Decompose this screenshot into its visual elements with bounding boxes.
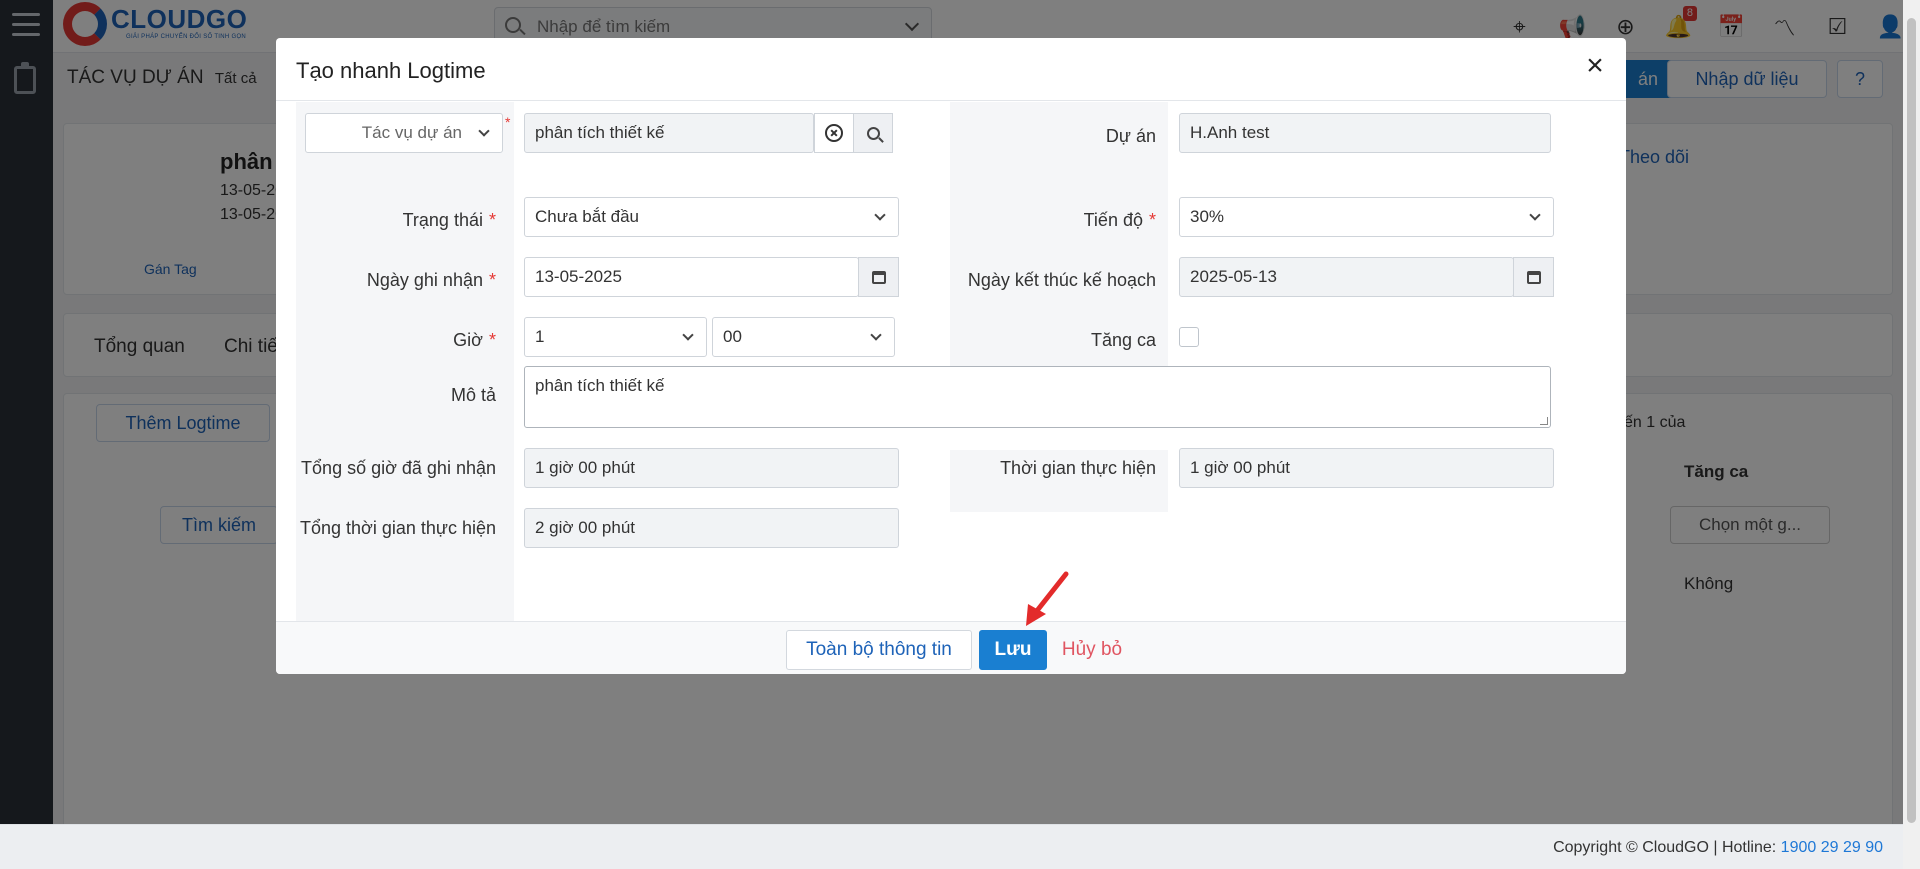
exec-time-field: 1 giờ 00 phút	[1179, 448, 1554, 488]
calendar-icon	[1526, 270, 1541, 284]
annotation-arrow-icon	[1026, 571, 1069, 626]
task-type-select[interactable]: Tác vụ dự án	[305, 113, 503, 153]
total-exec-field: 2 giờ 00 phút	[524, 508, 899, 548]
calendar-button[interactable]	[1513, 257, 1554, 297]
progress-label: Tiến độ *	[1083, 210, 1156, 230]
hour-select[interactable]: 1	[524, 317, 707, 357]
hotline-number[interactable]: 1900 29 29 90	[1781, 839, 1883, 856]
dialog-title: Tạo nhanh Logtime	[296, 58, 486, 83]
chevron-down-icon	[870, 329, 882, 341]
calendar-icon	[871, 270, 886, 284]
overtime-label: Tăng ca	[1090, 330, 1156, 350]
status-label: Trạng thái *	[402, 210, 496, 230]
search-button[interactable]	[853, 113, 893, 153]
copyright-text: Copyright © CloudGO	[1553, 839, 1709, 856]
hour-label: Giờ *	[453, 330, 496, 350]
label-column	[296, 102, 514, 621]
hotline-label: Hotline:	[1721, 839, 1777, 856]
total-recorded-field: 1 giờ 00 phút	[524, 448, 899, 488]
dialog-footer: Toàn bộ thông tin Lưu Hủy bỏ	[276, 621, 1626, 674]
exec-time-label: Thời gian thực hiện	[1000, 458, 1156, 478]
cancel-button[interactable]: Hủy bỏ	[1057, 630, 1127, 670]
task-search-input[interactable]: phân tích thiết kế	[524, 113, 814, 153]
project-field: H.Anh test	[1179, 113, 1551, 153]
resize-handle	[1540, 417, 1548, 425]
close-icon[interactable]: ×	[1580, 51, 1610, 82]
progress-select[interactable]: 30%	[1179, 197, 1554, 237]
chevron-down-icon	[874, 209, 886, 221]
quick-logtime-dialog: Tạo nhanh Logtime × Tác vụ dự án * phân …	[276, 38, 1626, 674]
chevron-down-icon	[478, 125, 490, 137]
project-label: Dự án	[1105, 126, 1156, 146]
dialog-body: Tác vụ dự án * phân tích thiết kế Dự án …	[276, 102, 1626, 621]
chevron-down-icon	[682, 329, 694, 341]
total-recorded-label: Tổng số giờ đã ghi nhận	[301, 458, 496, 478]
record-date-input[interactable]: 13-05-2025	[524, 257, 859, 297]
plan-end-label: Ngày kết thúc kế hoạch	[967, 270, 1156, 290]
status-select[interactable]: Chưa bắt đầu	[524, 197, 899, 237]
clear-icon	[825, 124, 843, 142]
search-icon	[866, 126, 880, 140]
chevron-down-icon	[1529, 209, 1541, 221]
clear-button[interactable]	[814, 113, 854, 153]
plan-end-input[interactable]: 2025-05-13	[1179, 257, 1514, 297]
save-button[interactable]: Lưu	[979, 630, 1047, 670]
total-exec-label: Tổng thời gian thực hiện	[300, 518, 496, 538]
record-date-label: Ngày ghi nhận *	[366, 270, 496, 290]
footer: Copyright © CloudGO | Hotline: 1900 29 2…	[0, 824, 1903, 869]
calendar-button[interactable]	[858, 257, 899, 297]
all-info-button[interactable]: Toàn bộ thông tin	[786, 630, 972, 670]
overtime-checkbox[interactable]	[1179, 327, 1199, 347]
minute-select[interactable]: 00	[712, 317, 895, 357]
dialog-header: Tạo nhanh Logtime ×	[276, 38, 1626, 101]
description-textarea[interactable]: phân tích thiết kế	[524, 366, 1551, 428]
page-scrollbar[interactable]	[1903, 0, 1920, 869]
description-label: Mô tả	[450, 385, 496, 405]
